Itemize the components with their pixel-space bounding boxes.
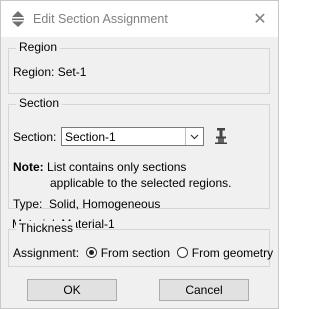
type-value: Solid, Homogeneous	[49, 197, 161, 211]
region-group: Region Region: Set-1	[8, 40, 270, 94]
note-line-1: Note: List contains only sections	[13, 160, 186, 174]
thickness-group: Thickness Assignment: From section From …	[8, 221, 273, 267]
section-group-label: Section	[16, 96, 63, 110]
region-label: Region:	[13, 65, 55, 79]
close-icon: ✕	[253, 11, 267, 28]
section-select-value: Section-1	[65, 130, 116, 144]
section-group: Section Section: Section-1 Note: List co…	[8, 96, 270, 211]
from-geometry-radio[interactable]	[177, 247, 189, 258]
note-label: Note:	[13, 160, 44, 174]
note-text-1: List contains only sections	[47, 160, 187, 174]
edit-section-assignment-dialog: Edit Section Assignment ✕ Region Region:…	[0, 0, 279, 309]
thickness-group-label: Thickness	[16, 221, 77, 235]
cancel-button[interactable]: Cancel	[159, 279, 249, 301]
window-title: Edit Section Assignment	[33, 12, 168, 26]
assignment-row: Assignment: From section From geometry	[13, 246, 273, 260]
from-geometry-label: From geometry	[191, 246, 274, 260]
title-bar: Edit Section Assignment ✕	[1, 1, 278, 37]
note-text-2: applicable to the selected regions.	[50, 176, 232, 190]
assignment-label: Assignment:	[13, 246, 80, 260]
create-section-icon[interactable]	[214, 127, 228, 145]
from-section-option[interactable]: From section	[86, 246, 170, 260]
region-row: Region: Set-1	[13, 65, 86, 79]
from-section-radio[interactable]	[86, 247, 98, 258]
close-button[interactable]: ✕	[242, 1, 278, 37]
section-dropdown-button[interactable]	[185, 128, 203, 145]
type-row: Type: Solid, Homogeneous	[13, 197, 160, 211]
ok-button[interactable]: OK	[27, 279, 117, 301]
type-label: Type:	[13, 197, 43, 211]
chevron-down-icon	[190, 134, 199, 139]
region-value: Set-1	[57, 65, 87, 79]
from-geometry-option[interactable]: From geometry	[177, 246, 273, 260]
section-select[interactable]: Section-1	[61, 127, 204, 146]
region-group-label: Region	[16, 40, 61, 54]
from-section-label: From section	[100, 246, 171, 260]
section-label: Section:	[13, 130, 57, 144]
section-assignment-icon	[12, 11, 24, 27]
